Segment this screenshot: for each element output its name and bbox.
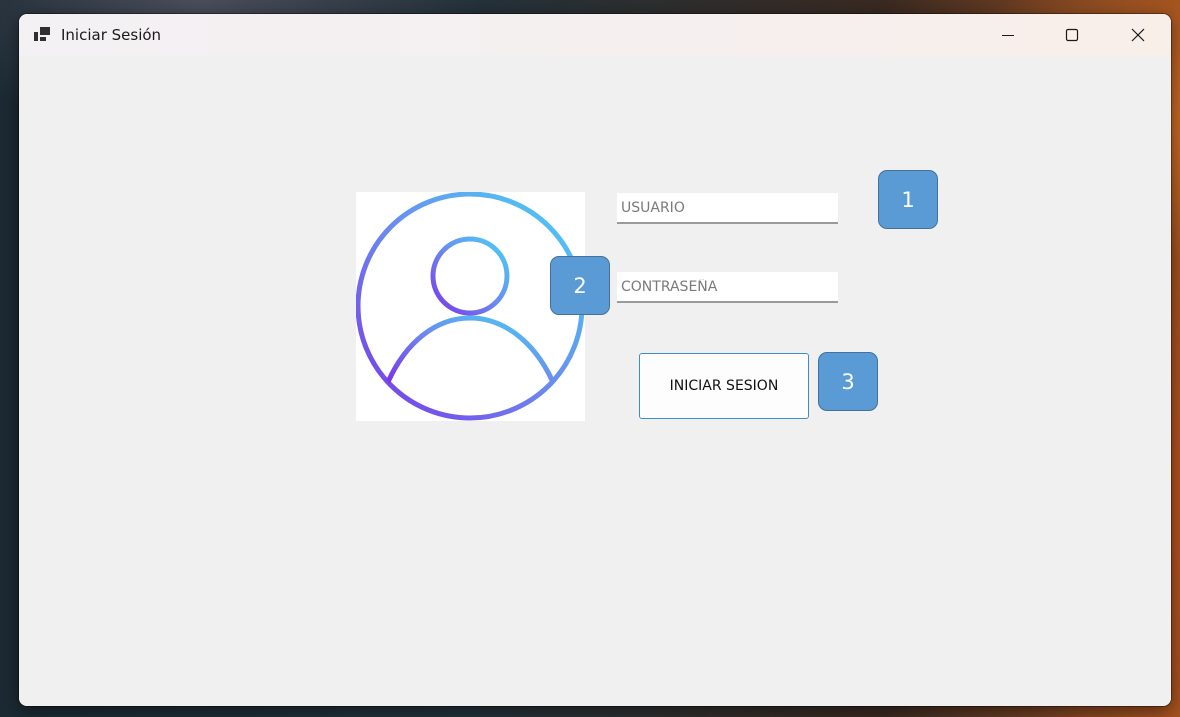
annotation-badge-3: 3 [818,352,878,411]
annotation-badge-2: 2 [550,256,610,315]
close-icon [1131,28,1145,42]
app-window-icon [34,27,50,41]
minimize-button[interactable] [976,14,1040,56]
login-form-area: INICIAR SESION 1 2 3 [19,56,1171,706]
minimize-icon [1002,35,1014,36]
title-bar[interactable]: Iniciar Sesión [19,14,1171,56]
window-title: Iniciar Sesión [61,26,162,44]
password-input[interactable] [617,272,838,303]
close-button[interactable] [1106,14,1170,56]
maximize-icon [1065,28,1079,42]
login-button[interactable]: INICIAR SESION [639,353,809,419]
maximize-button[interactable] [1040,14,1104,56]
annotation-badge-1: 1 [878,170,938,229]
username-input[interactable] [617,193,838,224]
login-window: Iniciar Sesión USUARIO CONTRASEÑA INICIA… [19,14,1171,706]
